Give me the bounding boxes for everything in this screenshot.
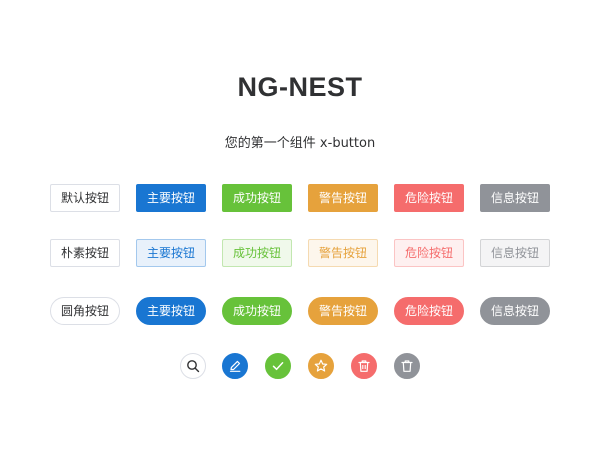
warning-button[interactable]: 警告按钮 xyxy=(308,184,378,212)
search-icon xyxy=(187,360,200,373)
search-icon-button[interactable] xyxy=(180,353,206,379)
page: NG-NEST 您的第一个组件 x-button 默认按钮 主要按钮 成功按钮 … xyxy=(0,0,600,450)
round-info-button[interactable]: 信息按钮 xyxy=(480,297,550,325)
edit-icon-button[interactable] xyxy=(222,353,248,379)
icon-button-row xyxy=(0,353,600,379)
plain-button-row: 朴素按钮 主要按钮 成功按钮 警告按钮 危险按钮 信息按钮 xyxy=(0,239,600,267)
check-icon-button[interactable] xyxy=(265,353,291,379)
edit-icon xyxy=(229,360,241,372)
delete-icon xyxy=(358,360,370,372)
info-button[interactable]: 信息按钮 xyxy=(480,184,550,212)
star-icon xyxy=(314,359,328,372)
plain-primary-button[interactable]: 主要按钮 xyxy=(136,239,206,267)
round-primary-button[interactable]: 主要按钮 xyxy=(136,297,206,325)
star-icon-button[interactable] xyxy=(308,353,334,379)
page-title: NG-NEST xyxy=(237,72,363,102)
plain-warning-button[interactable]: 警告按钮 xyxy=(308,239,378,267)
round-button-row: 圆角按钮 主要按钮 成功按钮 警告按钮 危险按钮 信息按钮 xyxy=(0,297,600,325)
round-success-button[interactable]: 成功按钮 xyxy=(222,297,292,325)
plain-success-button[interactable]: 成功按钮 xyxy=(222,239,292,267)
default-button[interactable]: 默认按钮 xyxy=(50,184,120,212)
trash-icon-button[interactable] xyxy=(394,353,420,379)
plain-danger-button[interactable]: 危险按钮 xyxy=(394,239,464,267)
delete-icon-button[interactable] xyxy=(351,353,377,379)
solid-button-row: 默认按钮 主要按钮 成功按钮 警告按钮 危险按钮 信息按钮 xyxy=(0,184,600,212)
page-subtitle: 您的第一个组件 x-button xyxy=(224,136,376,151)
danger-button[interactable]: 危险按钮 xyxy=(394,184,464,212)
plain-default-button[interactable]: 朴素按钮 xyxy=(50,239,120,267)
trash-icon xyxy=(401,360,413,372)
round-default-button[interactable]: 圆角按钮 xyxy=(50,297,120,325)
round-warning-button[interactable]: 警告按钮 xyxy=(308,297,378,325)
success-button[interactable]: 成功按钮 xyxy=(222,184,292,212)
plain-info-button[interactable]: 信息按钮 xyxy=(480,239,550,267)
check-icon xyxy=(272,362,284,371)
round-danger-button[interactable]: 危险按钮 xyxy=(394,297,464,325)
primary-button[interactable]: 主要按钮 xyxy=(136,184,206,212)
